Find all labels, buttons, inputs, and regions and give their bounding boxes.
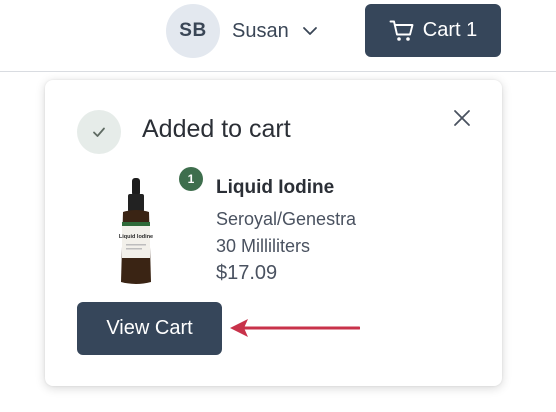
top-navigation-bar: SB Susan Cart 1 — [0, 0, 556, 72]
chevron-down-icon — [301, 22, 319, 40]
annotation-arrow — [230, 319, 360, 337]
product-name: Liquid Iodine — [216, 177, 335, 198]
cart-icon — [389, 19, 415, 43]
header-divider — [0, 71, 556, 72]
added-to-cart-popover: Added to cart Liquid Iodine 1 Liquid Iod… — [45, 80, 502, 386]
quantity-badge: 1 — [179, 167, 203, 191]
close-icon[interactable] — [451, 107, 473, 129]
product-price: $17.09 — [216, 262, 278, 284]
view-cart-button[interactable]: View Cart — [77, 302, 222, 355]
product-brand: Seroyal/Genestra — [216, 209, 357, 229]
product-size: 30 Milliliters — [216, 236, 311, 256]
user-menu[interactable]: SB Susan — [166, 4, 319, 58]
product-label-text: Liquid Iodine — [119, 234, 153, 240]
cart-button[interactable]: Cart 1 — [365, 4, 501, 57]
product-image: Liquid Iodine — [113, 178, 159, 286]
popover-title: Added to cart — [142, 115, 291, 143]
check-icon — [77, 110, 121, 154]
user-name: Susan — [232, 19, 289, 42]
avatar: SB — [166, 4, 220, 58]
cart-button-label: Cart 1 — [422, 19, 478, 41]
